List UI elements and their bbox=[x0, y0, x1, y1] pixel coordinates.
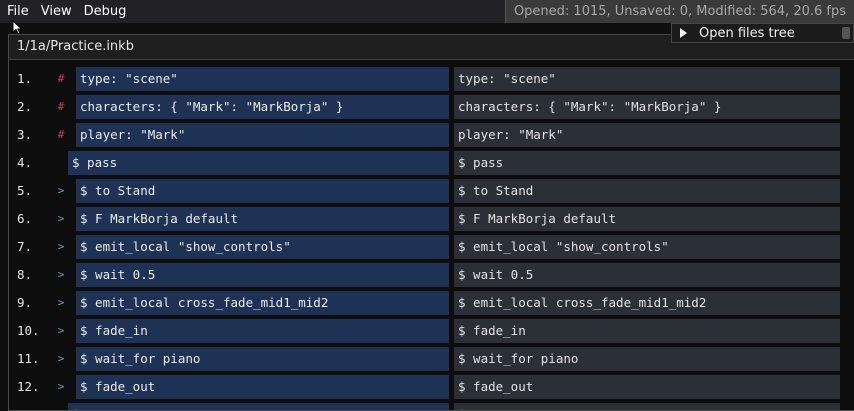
menu-view[interactable]: View bbox=[35, 0, 78, 23]
line-number: 12. bbox=[17, 379, 40, 394]
line-number: 5. bbox=[17, 183, 33, 198]
source-line-cell[interactable]: player: "Mark" bbox=[76, 123, 449, 147]
open-files-tree-button[interactable]: Open files tree bbox=[671, 23, 854, 43]
hash-marker-icon: # bbox=[57, 72, 65, 85]
compiled-line-cell[interactable]: $ wait 0.5 bbox=[454, 263, 840, 287]
source-line-cell[interactable]: $ pass bbox=[68, 151, 449, 175]
editor-row: 2. # characters: { "Mark": "MarkBorja" } ch… bbox=[9, 93, 849, 121]
popup-scrollbar[interactable] bbox=[842, 27, 850, 39]
editor-row: 10. > $ fade_in $ fade_in bbox=[9, 317, 849, 345]
compiled-line-cell[interactable]: $ fade_in bbox=[454, 319, 840, 343]
line-number: 7. bbox=[17, 239, 33, 254]
hash-marker-icon: # bbox=[57, 100, 65, 113]
arrow-marker-icon: > bbox=[57, 212, 65, 225]
compiled-line-cell[interactable]: $ emit_local cross_fade_mid1_mid2 bbox=[454, 291, 840, 315]
editor-row: $$ bbox=[9, 401, 849, 410]
line-number: 10. bbox=[17, 323, 40, 338]
compiled-line-cell[interactable]: $ bbox=[454, 403, 840, 410]
line-number: 2. bbox=[17, 99, 33, 114]
arrow-marker-icon: > bbox=[57, 380, 65, 393]
arrow-marker-icon: > bbox=[57, 240, 65, 253]
source-line-cell[interactable]: $ to Stand bbox=[76, 179, 449, 203]
source-line-cell[interactable]: $ emit_local "show_controls" bbox=[76, 235, 449, 259]
compiled-line-cell[interactable]: $ F MarkBorja default bbox=[454, 207, 840, 231]
editor-row: 5. > $ to Stand $ to Stand bbox=[9, 177, 849, 205]
editor-row: 8. > $ wait 0.5 $ wait 0.5 bbox=[9, 261, 849, 289]
source-line-cell[interactable]: $ F MarkBorja default bbox=[76, 207, 449, 231]
compiled-line-cell[interactable]: $ emit_local "show_controls" bbox=[454, 235, 840, 259]
source-line-cell[interactable]: $ fade_out bbox=[76, 375, 449, 399]
play-icon bbox=[680, 28, 687, 38]
compiled-line-cell[interactable]: player: "Mark" bbox=[454, 123, 840, 147]
source-line-cell[interactable]: $ emit_local cross_fade_mid1_mid2 bbox=[76, 291, 449, 315]
arrow-marker-icon: > bbox=[57, 352, 65, 365]
arrow-marker-icon: > bbox=[57, 324, 65, 337]
line-number: 8. bbox=[17, 267, 33, 282]
source-line-cell[interactable]: $ wait_for piano bbox=[76, 347, 449, 371]
arrow-marker-icon: > bbox=[57, 268, 65, 281]
editor-row: 9. > $ emit_local cross_fade_mid1_mid2 $ em… bbox=[9, 289, 849, 317]
line-number: 4. bbox=[17, 155, 33, 170]
source-line-cell[interactable]: $ bbox=[68, 403, 449, 410]
arrow-marker-icon: > bbox=[57, 184, 65, 197]
menu-debug[interactable]: Debug bbox=[78, 0, 133, 23]
editor-row: 7. > $ emit_local "show_controls" $ emit_lo… bbox=[9, 233, 849, 261]
source-line-cell[interactable]: $ fade_in bbox=[76, 319, 449, 343]
source-line-cell[interactable]: type: "scene" bbox=[76, 67, 449, 91]
hash-marker-icon: # bbox=[57, 128, 65, 141]
line-number: 9. bbox=[17, 295, 33, 310]
line-number: 3. bbox=[17, 127, 33, 142]
editor-row: 1. # type: "scene" type: "scene" bbox=[9, 65, 849, 93]
editor-window: 1/1a/Practice.inkb 1. # type: "scene" type:… bbox=[8, 34, 854, 411]
source-line-cell[interactable]: characters: { "Mark": "MarkBorja" } bbox=[76, 95, 449, 119]
status-text: Opened: 1015, Unsaved: 0, Modified: 564,… bbox=[504, 0, 854, 23]
editor-row: 4. $ pass $ pass bbox=[9, 149, 849, 177]
mouse-cursor-icon bbox=[12, 20, 23, 35]
compiled-line-cell[interactable]: characters: { "Mark": "MarkBorja" } bbox=[454, 95, 840, 119]
line-number: 6. bbox=[17, 211, 33, 226]
arrow-marker-icon: > bbox=[57, 296, 65, 309]
compiled-line-cell[interactable]: type: "scene" bbox=[454, 67, 840, 91]
editor-row: 12. > $ fade_out $ fade_out bbox=[9, 373, 849, 401]
open-files-tree-label: Open files tree bbox=[699, 25, 795, 41]
compiled-line-cell[interactable]: $ to Stand bbox=[454, 179, 840, 203]
compiled-line-cell[interactable]: $ wait_for piano bbox=[454, 347, 840, 371]
compiled-line-cell[interactable]: $ pass bbox=[454, 151, 840, 175]
editor-row: 3. # player: "Mark" player: "Mark" bbox=[9, 121, 849, 149]
line-number: 11. bbox=[17, 351, 40, 366]
line-number: 1. bbox=[17, 71, 33, 86]
source-line-cell[interactable]: $ wait 0.5 bbox=[76, 263, 449, 287]
compiled-line-cell[interactable]: $ fade_out bbox=[454, 375, 840, 399]
editor-rows: 1. # type: "scene" type: "scene" 2. # characte… bbox=[9, 65, 849, 410]
editor-row: 6. > $ F MarkBorja default $ F MarkBorja de… bbox=[9, 205, 849, 233]
editor-row: 11. > $ wait_for piano $ wait_for piano bbox=[9, 345, 849, 373]
